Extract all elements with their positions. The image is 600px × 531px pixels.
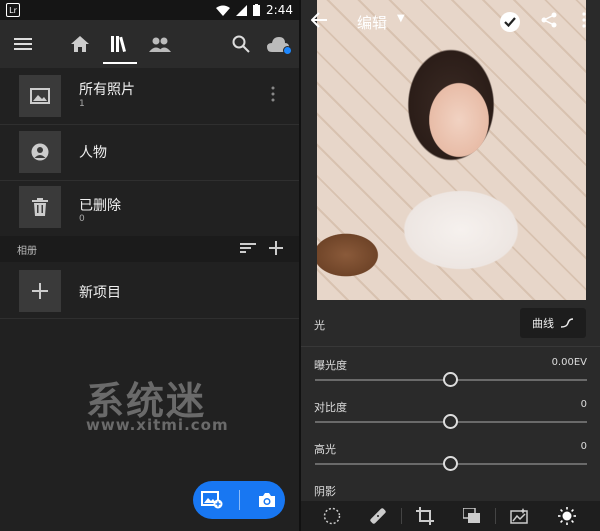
library-item-count: 1 [79,99,85,109]
library-icon[interactable] [108,32,132,56]
photo-frame [301,0,317,300]
presets-icon[interactable] [463,507,481,525]
camera-icon[interactable] [257,492,277,508]
library-item-all-photos[interactable]: 所有照片 1 [0,70,299,122]
slider-label: 阴影 [314,485,336,498]
curve-button-label: 曲线 [532,317,554,330]
divider [0,318,299,319]
more-vertical-icon[interactable] [271,86,275,102]
watermark-url: www.xitmi.com [86,416,229,434]
selective-edit-icon[interactable] [323,507,341,525]
clock: 2:44 [266,3,293,17]
signal-icon [236,4,248,16]
person-icon [19,131,61,173]
slider-handle[interactable] [443,456,458,471]
photo-frame [586,0,600,300]
app-badge-icon: Lr [6,3,20,17]
curve-icon [560,318,574,328]
active-tab-indicator [103,62,137,64]
library-item-count: 0 [79,214,85,224]
edit-toolbar: 编辑 ▼ [301,0,600,44]
slider-contrast[interactable]: 对比度 0 [301,399,600,441]
slider-value: 0.00EV [551,357,587,368]
chevron-down-icon[interactable]: ▼ [397,13,405,24]
curve-button[interactable]: 曲线 [520,308,586,338]
trash-icon [19,186,61,228]
edit-title[interactable]: 编辑 [357,12,387,33]
healing-brush-icon[interactable] [369,507,387,525]
divider [401,508,402,524]
wifi-icon [216,5,231,16]
library-item-people[interactable]: 人物 [0,126,299,178]
slider-label: 对比度 [314,401,347,414]
back-arrow-icon[interactable] [311,12,327,28]
battery-icon [253,4,261,16]
albums-section-header: 相册 [0,236,299,262]
slider-handle[interactable] [443,372,458,387]
slider-value: 0 [580,399,587,410]
top-navigation [0,20,299,68]
done-check-icon[interactable] [500,12,520,32]
slider-highlights[interactable]: 高光 0 [301,441,600,483]
library-item-label: 已删除 [79,198,121,214]
library-screen: Lr 2:44 所有照片 1 人物 已删除 0 相册 新项目 系统迷 www.x… [0,0,299,531]
crop-icon[interactable] [416,507,434,525]
slider-label: 曝光度 [314,359,347,372]
slider-value: 0 [580,441,587,452]
edit-screen: 编辑 ▼ 光 曲线 曝光度 0.00EV 对比度 0 高光 0 阴影 [301,0,600,531]
slider-handle[interactable] [443,414,458,429]
auto-enhance-icon[interactable] [510,507,528,525]
fab-divider [239,490,241,510]
divider [301,346,600,347]
add-album-icon[interactable] [269,241,283,255]
share-icon[interactable] [541,12,557,28]
cloud-sync-icon[interactable] [266,32,292,56]
image-icon [19,75,61,117]
library-item-deleted[interactable]: 已删除 0 [0,181,299,233]
photo-preview[interactable] [301,0,600,300]
light-icon[interactable] [558,507,576,525]
menu-icon[interactable] [11,32,35,56]
add-photos-fab[interactable] [193,481,285,519]
people-icon[interactable] [148,32,172,56]
add-photo-icon[interactable] [201,491,223,509]
status-bar: Lr 2:44 [0,0,299,20]
sync-status-dot [283,46,292,55]
slider-exposure[interactable]: 曝光度 0.00EV [301,357,600,399]
slider-label: 高光 [314,443,336,456]
more-vertical-icon[interactable] [582,12,586,28]
library-item-label: 人物 [79,145,107,161]
light-adjustment-panel: 光 曲线 曝光度 0.00EV 对比度 0 高光 0 阴影 [301,300,600,501]
sort-icon[interactable] [240,242,256,254]
home-icon[interactable] [68,32,92,56]
edit-tools-bar [301,501,600,531]
search-icon[interactable] [229,32,253,56]
albums-header-label: 相册 [17,246,37,257]
new-album-label: 新项目 [79,285,121,301]
divider [0,124,299,125]
divider [495,508,496,524]
library-item-label: 所有照片 [79,82,135,98]
new-album-item[interactable]: 新项目 [0,265,299,317]
plus-icon [19,270,61,312]
section-label: 光 [314,319,325,332]
